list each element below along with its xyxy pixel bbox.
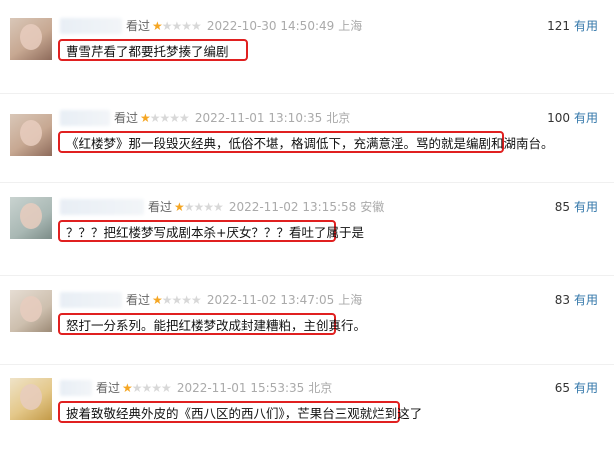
star-filled-icon: ★ (152, 19, 163, 33)
useful-button[interactable]: 有用 (574, 200, 598, 214)
comment-content: 《红楼梦》那一段毁灭经典，低俗不堪，格调低下，充满意淫。骂的就是编剧和湖南台。 (66, 135, 554, 151)
review-time: 2022-11-02 13:15:58 (228, 200, 357, 214)
watched-label: 看过 (148, 200, 173, 214)
comment-content: 怒打一分系列。能把红楼梦改成封建糟粕，主创真行。 (66, 317, 367, 333)
comment-content: 披着致敬经典外皮的《西八区的西八们》，芒果台三观就烂到这了 (66, 405, 423, 421)
rating-stars: ★★★★★ (122, 381, 172, 395)
star-filled-icon: ★ (152, 293, 163, 307)
star-empty-icon: ★★★★ (149, 111, 190, 125)
username-blurred[interactable] (60, 18, 122, 34)
divider (0, 182, 614, 183)
comment-content: 曹雪芹看了都要托梦揍了编剧 (66, 43, 229, 59)
rating-stars: ★★★★★ (174, 200, 224, 214)
avatar[interactable] (10, 18, 52, 60)
star-empty-icon: ★★★★ (183, 200, 224, 214)
avatar[interactable] (10, 378, 52, 420)
star-empty-icon: ★★★★ (161, 19, 202, 33)
vote-area: 65 有用 (555, 379, 598, 396)
comment-text: 怒打一分系列。能把红楼梦改成封建糟粕，主创真行。 (58, 313, 366, 335)
divider (0, 364, 614, 365)
review-time: 2022-11-01 15:53:35 (176, 381, 305, 395)
star-empty-icon: ★★★★ (161, 293, 202, 307)
watched-label: 看过 (96, 381, 121, 395)
review-time: 2022-11-02 13:47:05 (206, 293, 335, 307)
rating-stars: ★★★★★ (152, 293, 202, 307)
watched-label: 看过 (114, 111, 139, 125)
star-empty-icon: ★★★★ (131, 381, 172, 395)
review-item: 看过 ★★★★★ 2022-11-02 13:15:58 安徽 85 有用 ？？？把红楼… (0, 193, 614, 279)
review-location: 北京 (326, 111, 351, 125)
rating-stars: ★★★★★ (140, 111, 190, 125)
review-time: 2022-10-30 14:50:49 (206, 19, 335, 33)
comment-text: 披着致敬经典外皮的《西八区的西八们》，芒果台三观就烂到这了 (58, 401, 422, 423)
review-location: 安徽 (360, 200, 385, 214)
username-blurred[interactable] (60, 292, 122, 308)
useful-button[interactable]: 有用 (574, 293, 598, 307)
review-meta: 看过 ★★★★★ 2022-11-02 13:47:05 上海 (126, 291, 362, 308)
useful-button[interactable]: 有用 (574, 19, 598, 33)
vote-area: 100 有用 (547, 109, 598, 126)
avatar[interactable] (10, 114, 52, 156)
review-location: 上海 (338, 293, 363, 307)
divider (0, 275, 614, 276)
useful-button[interactable]: 有用 (574, 111, 598, 125)
vote-count: 83 (554, 293, 570, 307)
star-filled-icon: ★ (174, 200, 185, 214)
vote-area: 85 有用 (555, 198, 598, 215)
avatar[interactable] (10, 290, 52, 332)
vote-area: 83 有用 (555, 291, 598, 308)
review-item: 看过 ★★★★★ 2022-10-30 14:50:49 上海 121 有用 曹雪芹看了… (0, 12, 614, 98)
comment-text: 《红楼梦》那一段毁灭经典，低俗不堪，格调低下，充满意淫。骂的就是编剧和湖南台。 (58, 131, 554, 153)
review-item: 看过 ★★★★★ 2022-11-02 13:47:05 上海 83 有用 怒打一分系列… (0, 286, 614, 372)
divider (0, 93, 614, 94)
rating-stars: ★★★★★ (152, 19, 202, 33)
useful-button[interactable]: 有用 (574, 381, 598, 395)
review-meta: 看过 ★★★★★ 2022-11-02 13:15:58 安徽 (148, 198, 384, 215)
review-item: 看过 ★★★★★ 2022-11-01 13:10:35 北京 100 有用 《红楼梦》… (0, 104, 614, 190)
review-location: 上海 (338, 19, 363, 33)
review-item: 看过 ★★★★★ 2022-11-01 15:53:35 北京 65 有用 披着致敬经典… (0, 374, 614, 460)
review-meta: 看过 ★★★★★ 2022-11-01 15:53:35 北京 (96, 379, 332, 396)
username-blurred[interactable] (60, 110, 110, 126)
username-blurred[interactable] (60, 199, 144, 215)
vote-count: 100 (547, 111, 570, 125)
vote-count: 121 (547, 19, 570, 33)
watched-label: 看过 (126, 19, 151, 33)
watched-label: 看过 (126, 293, 151, 307)
comment-text: 曹雪芹看了都要托梦揍了编剧 (58, 39, 248, 61)
star-filled-icon: ★ (122, 381, 133, 395)
review-location: 北京 (308, 381, 333, 395)
review-time: 2022-11-01 13:10:35 (194, 111, 323, 125)
avatar[interactable] (10, 197, 52, 239)
vote-count: 65 (554, 381, 570, 395)
comment-text: ？？？把红楼梦写成剧本杀+厌女？？？看吐了属于是 (58, 220, 364, 242)
review-meta: 看过 ★★★★★ 2022-10-30 14:50:49 上海 (126, 17, 362, 34)
star-filled-icon: ★ (140, 111, 151, 125)
comment-content: ？？？把红楼梦写成剧本杀+厌女？？？看吐了属于是 (66, 224, 364, 240)
username-blurred[interactable] (60, 380, 92, 396)
review-meta: 看过 ★★★★★ 2022-11-01 13:10:35 北京 (114, 109, 350, 126)
vote-count: 85 (554, 200, 570, 214)
vote-area: 121 有用 (547, 17, 598, 34)
